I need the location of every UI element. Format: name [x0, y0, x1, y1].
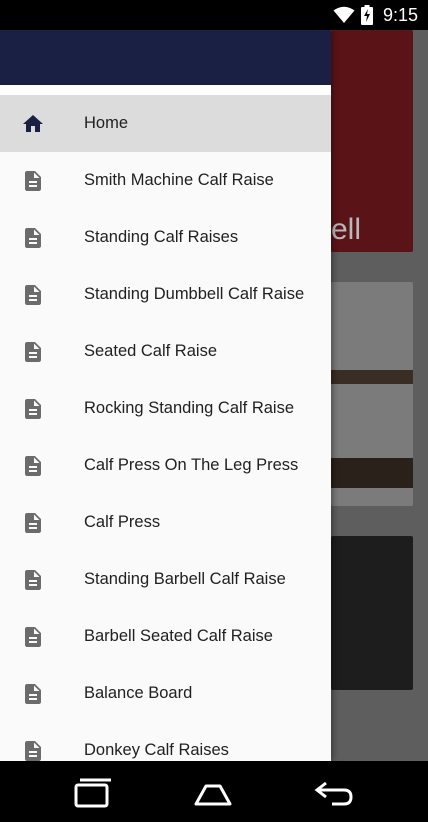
background-card: ell	[331, 30, 413, 252]
drawer-header	[0, 30, 331, 85]
document-icon	[21, 625, 43, 649]
drawer-item-label: Smith Machine Calf Raise	[84, 171, 274, 189]
background-card	[331, 536, 413, 690]
document-icon	[21, 397, 43, 421]
battery-charging-icon	[360, 5, 373, 25]
drawer-item-standing-barbell-calf-raise[interactable]: Standing Barbell Calf Raise	[0, 551, 331, 608]
drawer-item-barbell-seated-calf-raise[interactable]: Barbell Seated Calf Raise	[0, 608, 331, 665]
drawer-item-label: Donkey Calf Raises	[84, 741, 229, 759]
drawer-item-calf-press[interactable]: Calf Press	[0, 494, 331, 551]
drawer-item-label: Rocking Standing Calf Raise	[84, 399, 295, 417]
drawer-item-label: Calf Press	[84, 513, 161, 531]
drawer-menu-list: Home Smith Machine Calf Raise Standing Cal…	[0, 95, 331, 761]
drawer-item-label: Standing Dumbbell Calf Raise	[84, 285, 305, 303]
document-icon	[21, 682, 43, 706]
home-icon	[21, 112, 43, 136]
drawer-item-rocking-standing-calf-raise[interactable]: Rocking Standing Calf Raise	[0, 380, 331, 437]
document-icon	[21, 169, 43, 193]
document-icon	[21, 511, 43, 535]
document-icon	[21, 739, 43, 761]
drawer-item-balance-board[interactable]: Balance Board	[0, 665, 331, 722]
drawer-item-smith-machine-calf-raise[interactable]: Smith Machine Calf Raise	[0, 152, 331, 209]
drawer-item-label: Calf Press On The Leg Press	[84, 456, 299, 474]
document-icon	[21, 454, 43, 478]
drawer-item-label: Seated Calf Raise	[84, 342, 217, 360]
document-icon	[21, 226, 43, 250]
drawer-item-home[interactable]: Home	[0, 95, 331, 152]
drawer-item-standing-dumbbell-calf-raise[interactable]: Standing Dumbbell Calf Raise	[0, 266, 331, 323]
document-icon	[21, 340, 43, 364]
background-card	[331, 282, 413, 506]
drawer-item-seated-calf-raise[interactable]: Seated Calf Raise	[0, 323, 331, 380]
recent-apps-icon[interactable]	[72, 776, 112, 810]
status-bar: 9:15	[0, 0, 428, 30]
drawer-item-label: Home	[84, 114, 129, 132]
document-icon	[21, 283, 43, 307]
drawer-item-label: Standing Barbell Calf Raise	[84, 570, 286, 588]
drawer-item-label: Barbell Seated Calf Raise	[84, 627, 273, 645]
back-icon[interactable]	[314, 776, 354, 810]
drawer-divider	[0, 85, 331, 95]
drawer-item-label: Standing Calf Raises	[84, 228, 239, 246]
drawer-item-donkey-calf-raises[interactable]: Donkey Calf Raises	[0, 722, 331, 761]
drawer-item-standing-calf-raises[interactable]: Standing Calf Raises	[0, 209, 331, 266]
background-image-stripe	[331, 458, 413, 488]
drawer-item-label: Balance Board	[84, 684, 193, 702]
background-card-title: ell	[331, 213, 362, 246]
navigation-drawer: Home Smith Machine Calf Raise Standing Cal…	[0, 30, 331, 761]
document-icon	[21, 568, 43, 592]
background-image-stripe	[331, 370, 413, 384]
drawer-item-calf-press-on-the-leg-press[interactable]: Calf Press On The Leg Press	[0, 437, 331, 494]
wifi-icon	[333, 6, 355, 23]
home-button-icon[interactable]	[193, 776, 233, 810]
system-navigation-bar	[0, 761, 428, 822]
clock: 9:15	[382, 4, 418, 25]
